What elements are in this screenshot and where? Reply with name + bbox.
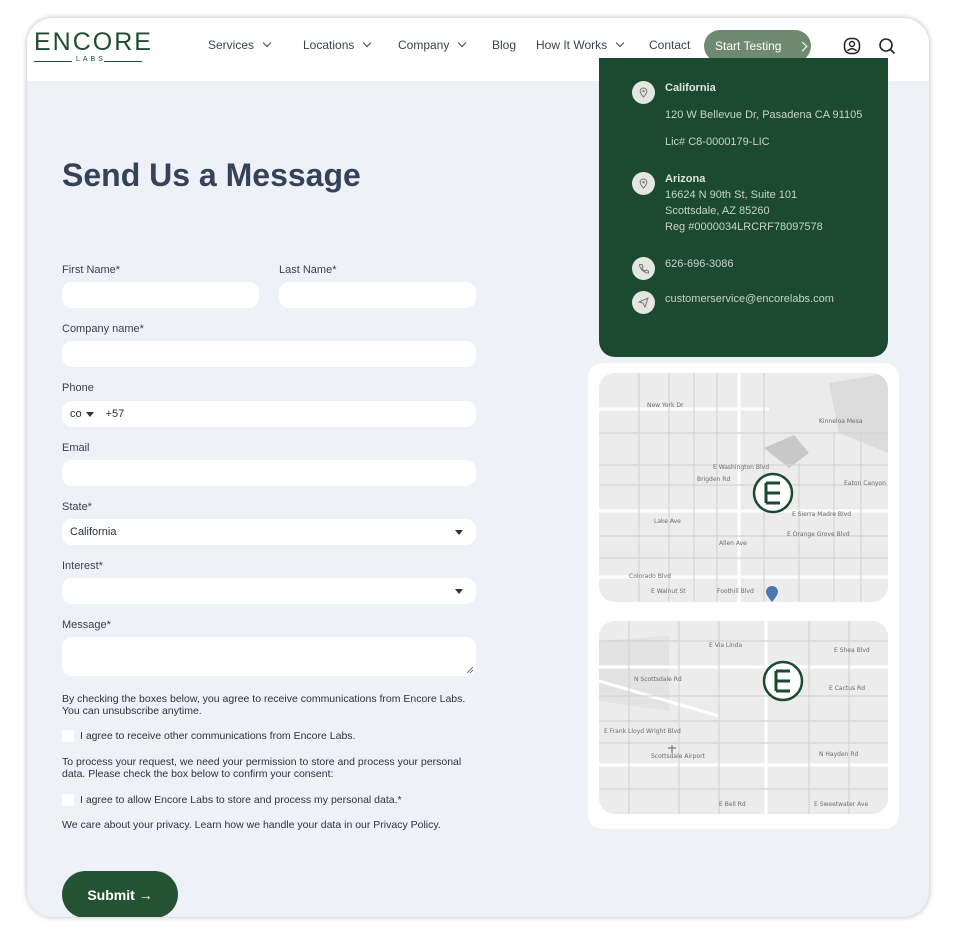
map-street-label: E Sierra Madre Blvd bbox=[792, 511, 851, 518]
map-street-label: Eaton Canyon bbox=[844, 480, 886, 487]
map-street-label: Kinneloa Mesa bbox=[819, 418, 863, 425]
nav-contact[interactable]: Contact bbox=[649, 38, 690, 52]
privacy-note: We care about your privacy. Learn how we… bbox=[62, 819, 441, 831]
map-street-label: E Sweetwater Ave bbox=[814, 801, 868, 808]
first-name-label: First Name* bbox=[62, 264, 121, 276]
nav-company-label: Company bbox=[398, 38, 450, 52]
location-pin-icon bbox=[632, 81, 655, 104]
resize-handle-icon[interactable] bbox=[466, 666, 473, 673]
caret-down-icon bbox=[455, 530, 463, 535]
nav-locations-label: Locations bbox=[303, 38, 355, 52]
location-pin-icon bbox=[632, 172, 655, 195]
map-street-label: Allen Ave bbox=[719, 540, 747, 547]
first-name-field[interactable] bbox=[62, 282, 259, 308]
nav-blog-label: Blog bbox=[492, 38, 517, 52]
nav-services[interactable]: Services bbox=[208, 38, 272, 52]
map-street-label: E Washington Blvd bbox=[713, 464, 769, 471]
nav-services-label: Services bbox=[208, 38, 255, 52]
map-street-label: N Hayden Rd bbox=[819, 751, 859, 758]
chevron-down-icon bbox=[363, 38, 372, 48]
message-label: Message* bbox=[62, 619, 111, 631]
map-street-label: E Walnut St bbox=[651, 588, 686, 595]
phone-icon bbox=[632, 257, 655, 280]
nav-how-it-works[interactable]: How It Works bbox=[536, 38, 625, 52]
chevron-down-icon bbox=[262, 38, 272, 48]
nav-locations[interactable]: Locations bbox=[303, 38, 372, 52]
interest-label: Interest* bbox=[62, 560, 103, 572]
nav-contact-label: Contact bbox=[649, 38, 691, 52]
california-address: 120 W Bellevue Dr, Pasadena CA 91105 bbox=[665, 109, 863, 121]
arizona-line3: Reg #0000034LRCRF78097578 bbox=[665, 221, 823, 233]
state-select[interactable]: California bbox=[62, 519, 476, 545]
map-pasadena[interactable]: New York Dr E Washington Blvd Brigden Rd… bbox=[599, 373, 888, 602]
arizona-line1: 16624 N 90th St, Suite 101 bbox=[665, 189, 798, 201]
consent-intro: By checking the boxes below, you agree t… bbox=[62, 693, 466, 717]
phone-value: +57 bbox=[105, 408, 125, 420]
caret-down-icon bbox=[85, 411, 94, 417]
interest-select[interactable] bbox=[62, 578, 476, 604]
map-street-label: Foothill Blvd bbox=[717, 588, 754, 595]
map-street-label: Lake Ave bbox=[654, 518, 681, 525]
message-field[interactable] bbox=[62, 637, 476, 676]
encore-marker-icon[interactable] bbox=[752, 472, 794, 514]
encore-marker-icon[interactable] bbox=[762, 660, 804, 702]
map-street-label: E Frank Lloyd Wright Blvd bbox=[604, 728, 681, 735]
nav-blog[interactable]: Blog bbox=[492, 38, 516, 52]
map-street-label: Scottsdale Airport bbox=[651, 753, 706, 760]
contact-phone[interactable]: 626-696-3086 bbox=[665, 256, 734, 272]
arizona-line2: Scottsdale, AZ 85260 bbox=[665, 205, 770, 217]
process-intro: To process your request, we need your pe… bbox=[62, 756, 462, 780]
chevron-down-icon bbox=[615, 38, 625, 48]
map-street-label: E Cactus Rd bbox=[829, 685, 865, 692]
phone-field[interactable]: co +57 bbox=[62, 401, 476, 427]
chevron-down-icon bbox=[458, 38, 467, 48]
map-street-label: E Shea Blvd bbox=[834, 647, 870, 654]
account-icon[interactable] bbox=[843, 37, 861, 55]
california-title: California bbox=[665, 82, 716, 94]
nav-how-label: How It Works bbox=[536, 38, 608, 52]
map-street-label: E Orange Grove Blvd bbox=[787, 531, 850, 538]
logo-sub: LABS bbox=[34, 56, 142, 66]
caret-down-icon bbox=[455, 589, 463, 594]
map-street-label: Colorado Blvd bbox=[629, 573, 671, 580]
email-field[interactable] bbox=[62, 460, 476, 486]
logo[interactable]: ENCORE LABS bbox=[34, 28, 153, 63]
map-street-label: E Bell Rd bbox=[719, 801, 746, 808]
comms-checkbox-label[interactable]: I agree to receive other communications … bbox=[80, 730, 355, 742]
nav-company[interactable]: Company bbox=[398, 38, 467, 52]
last-name-label: Last Name* bbox=[279, 264, 337, 276]
logo-wordmark: ENCORE bbox=[34, 28, 153, 56]
chevron-right-icon bbox=[798, 41, 808, 51]
map-street-label: New York Dr bbox=[647, 402, 684, 409]
company-label: Company name* bbox=[62, 323, 144, 335]
map-street-label: Brigden Rd bbox=[697, 476, 730, 483]
submit-button[interactable]: Submit → bbox=[62, 871, 178, 917]
browser-frame: ENCORE LABS Services Locations Company B… bbox=[27, 18, 929, 917]
contact-email[interactable]: customerservice@encorelabs.com bbox=[665, 291, 834, 307]
contact-panel: California 120 W Bellevue Dr, Pasadena C… bbox=[599, 58, 888, 357]
phone-country-select[interactable]: co bbox=[70, 408, 82, 420]
map-scottsdale[interactable]: E Via Linda E Shea Blvd E Cactus Rd E Be… bbox=[599, 621, 888, 814]
state-value: California bbox=[70, 526, 117, 538]
logo-sub-text: LABS bbox=[76, 56, 106, 63]
map-card: New York Dr E Washington Blvd Brigden Rd… bbox=[588, 363, 899, 829]
start-testing-label: Start Testing bbox=[715, 39, 782, 53]
arizona-title: Arizona bbox=[665, 173, 706, 185]
email-label: Email bbox=[62, 442, 90, 454]
map-scottsdale-roads: E Via Linda E Shea Blvd E Cactus Rd E Be… bbox=[599, 621, 888, 814]
page-title: Send Us a Message bbox=[62, 157, 361, 193]
search-icon[interactable] bbox=[878, 37, 896, 55]
comms-checkbox[interactable] bbox=[62, 730, 74, 742]
last-name-field[interactable] bbox=[279, 282, 476, 308]
data-consent-label[interactable]: I agree to allow Encore Labs to store an… bbox=[80, 794, 402, 806]
state-label: State* bbox=[62, 501, 92, 513]
map-street-label: N Scottsdale Rd bbox=[634, 676, 682, 683]
send-icon bbox=[632, 291, 655, 314]
map-street-label: E Via Linda bbox=[709, 642, 743, 649]
data-consent-checkbox[interactable] bbox=[62, 794, 74, 806]
company-field[interactable] bbox=[62, 341, 476, 367]
map-pasadena-roads: New York Dr E Washington Blvd Brigden Rd… bbox=[599, 373, 888, 602]
california-license: Lic# C8-0000179-LIC bbox=[665, 136, 770, 148]
phone-label: Phone bbox=[62, 382, 94, 394]
